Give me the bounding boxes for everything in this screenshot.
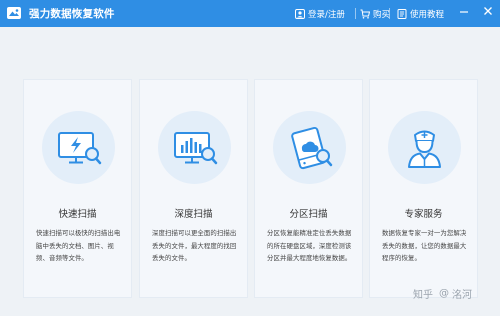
title-bar: 强力数据恢复软件 登录/注册 购买 使用教程 [0, 0, 500, 27]
minimize-icon [460, 11, 468, 13]
deep-scan-card[interactable]: 深度扫描 深度扫描可以更全面的扫描出丢失的文件，最大程度的找回丢失的文件。 [139, 79, 248, 298]
card-icon-circle [388, 111, 461, 184]
tutorial-button[interactable]: 使用教程 [397, 0, 444, 27]
app-title: 强力数据恢复软件 [29, 8, 115, 20]
card-description: 分区恢复能精准定位丢失数据的所在硬盘区域，深度检测该分区并最大程度地恢复数据。 [267, 229, 352, 262]
login-icon [295, 8, 305, 19]
main-content: 快速扫描 快速扫描可以极快的扫描出电脑中丢失的文档、图片、视频、音频等文件。 深… [0, 27, 500, 316]
disk-cloud-magnifier-icon [291, 126, 333, 170]
close-button[interactable] [482, 2, 494, 15]
at-icon: @ [439, 288, 449, 299]
buy-button[interactable]: 购买 [360, 0, 390, 27]
card-description: 深度扫描可以更全面的扫描出丢失的文件，最大程度的找回丢失的文件。 [152, 229, 237, 262]
watermark: 知乎 @ 洺河 [413, 286, 472, 301]
login-button[interactable]: 登录/注册 [295, 0, 345, 27]
watermark-user: 洺河 [452, 290, 472, 301]
monitor-lightning-magnifier-icon [58, 132, 102, 165]
card-description: 数据恢复专家一对一为您解决丢失的数据，让您的数据最大程序的恢复。 [382, 229, 467, 262]
card-icon-circle [42, 111, 115, 184]
expert-person-icon [408, 130, 441, 168]
card-icon-circle [273, 111, 346, 184]
card-title: 分区扫描 [289, 209, 328, 220]
card-icon-circle [158, 111, 231, 184]
partition-scan-card[interactable]: 分区扫描 分区恢复能精准定位丢失数据的所在硬盘区域，深度检测该分区并最大程度地恢… [254, 79, 363, 298]
card-title: 快速扫描 [58, 209, 97, 220]
minimize-button[interactable] [458, 2, 470, 14]
quick-scan-card[interactable]: 快速扫描 快速扫描可以极快的扫描出电脑中丢失的文档、图片、视频、音频等文件。 [23, 79, 132, 298]
toolbar-divider [355, 8, 356, 19]
buy-label: 购买 [373, 9, 391, 20]
watermark-site: 知乎 [413, 290, 433, 301]
monitor-chart-magnifier-icon [174, 132, 218, 165]
expert-service-card[interactable]: 专家服务 数据恢复专家一对一为您解决丢失的数据，让您的数据最大程序的恢复。 [369, 79, 478, 298]
login-label: 登录/注册 [308, 9, 345, 20]
close-icon [484, 7, 492, 15]
tutorial-label: 使用教程 [410, 9, 445, 20]
card-description: 快速扫描可以极快的扫描出电脑中丢失的文档、图片、视频、音频等文件。 [36, 229, 121, 262]
app-logo-icon [6, 5, 22, 21]
card-title: 专家服务 [404, 209, 443, 220]
toolbar-divider [389, 8, 390, 19]
card-title: 深度扫描 [174, 209, 213, 220]
book-icon [397, 8, 407, 19]
cart-icon [360, 9, 370, 19]
